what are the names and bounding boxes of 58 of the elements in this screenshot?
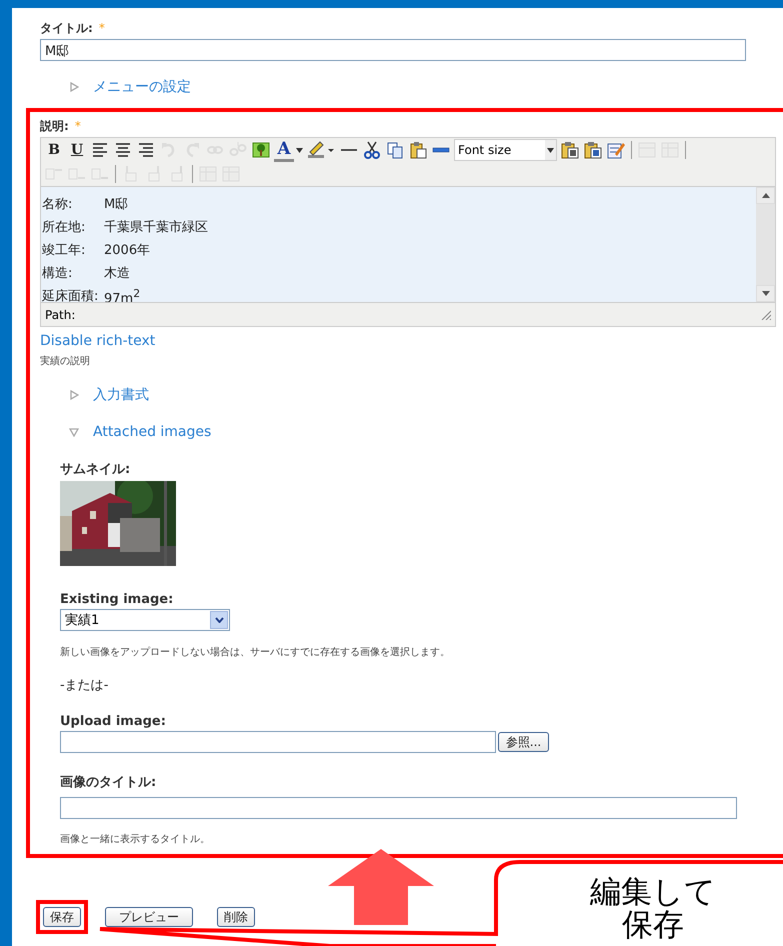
help-text: 画像と一緒に表示するタイトル。	[60, 832, 211, 846]
caret-icon	[547, 148, 554, 152]
resize-handle-icon[interactable]	[761, 310, 771, 320]
expand-icon[interactable]	[69, 82, 79, 92]
content-value: 2006年	[104, 242, 150, 259]
scissors-icon[interactable]	[362, 140, 382, 160]
bold-button[interactable]: B	[44, 142, 64, 158]
content-value: 木造	[104, 265, 130, 282]
copy-icon[interactable]	[385, 140, 405, 160]
paste-text-icon[interactable]	[560, 140, 580, 160]
form-button[interactable]: 削除	[217, 907, 255, 927]
paste-document-icon[interactable]	[583, 140, 603, 160]
field-label: サムネイル:	[60, 461, 132, 478]
content-label: 構造:	[42, 265, 74, 282]
field-label: Existing image:	[60, 592, 174, 607]
required-mark: *	[74, 119, 81, 133]
help-text: 新しい画像をアップロードしない場合は、サーバにすでに存在する画像を選択します。	[60, 646, 451, 659]
image-title-field[interactable]	[60, 797, 737, 819]
title-field[interactable]: M邸	[40, 39, 746, 61]
field-label: タイトル:	[40, 20, 93, 37]
disable-rich-text-link[interactable]: Disable rich-text	[40, 333, 783, 349]
callout-text: 保存	[622, 909, 684, 942]
fieldset-link[interactable]: Attached images	[93, 424, 212, 440]
help-text: 実績の説明	[40, 354, 91, 368]
required-mark: *	[98, 21, 105, 35]
field-label: Upload image:	[60, 714, 167, 729]
underline-button[interactable]: U	[67, 142, 87, 158]
content-label: 所在地:	[42, 219, 86, 236]
content-label: 名称:	[42, 196, 74, 213]
scroll-down-icon[interactable]	[762, 291, 770, 296]
form-button[interactable]: プレビュー	[105, 907, 193, 927]
image-icon[interactable]	[251, 140, 271, 160]
form-button[interactable]: 保存	[43, 907, 81, 927]
scroll-up-icon[interactable]	[762, 193, 770, 198]
fieldset-link[interactable]: メニューの設定	[93, 78, 191, 96]
content-value: M邸	[104, 196, 128, 213]
font-color-button[interactable]: A	[274, 138, 294, 162]
content-label: 延床面積:	[42, 288, 100, 306]
existing-image-select[interactable]: 実績1	[60, 609, 230, 631]
chevron-down-icon	[214, 617, 224, 623]
paste-icon[interactable]	[408, 140, 428, 160]
content-value: 千葉県千葉市緑区	[104, 219, 208, 236]
upload-field[interactable]	[60, 731, 496, 753]
field-label: 説明:	[40, 118, 69, 135]
fieldset-link[interactable]: 入力書式	[93, 386, 149, 404]
scrollbar[interactable]	[756, 187, 775, 302]
content-label: 竣工年:	[42, 242, 86, 259]
caret-icon[interactable]	[296, 148, 303, 152]
path-label: Path:	[45, 308, 76, 322]
or-text: -または-	[60, 677, 110, 694]
font-size-select[interactable]: Font size	[454, 139, 557, 161]
collapse-icon[interactable]	[69, 427, 79, 437]
pencil-icon[interactable]	[606, 140, 626, 160]
browse-button[interactable]: 参照...	[498, 732, 549, 752]
expand-icon[interactable]	[69, 390, 79, 400]
callout-text: 編集して	[590, 876, 716, 909]
highlighter-icon[interactable]	[306, 140, 336, 160]
field-label: 画像のタイトル:	[60, 774, 158, 791]
